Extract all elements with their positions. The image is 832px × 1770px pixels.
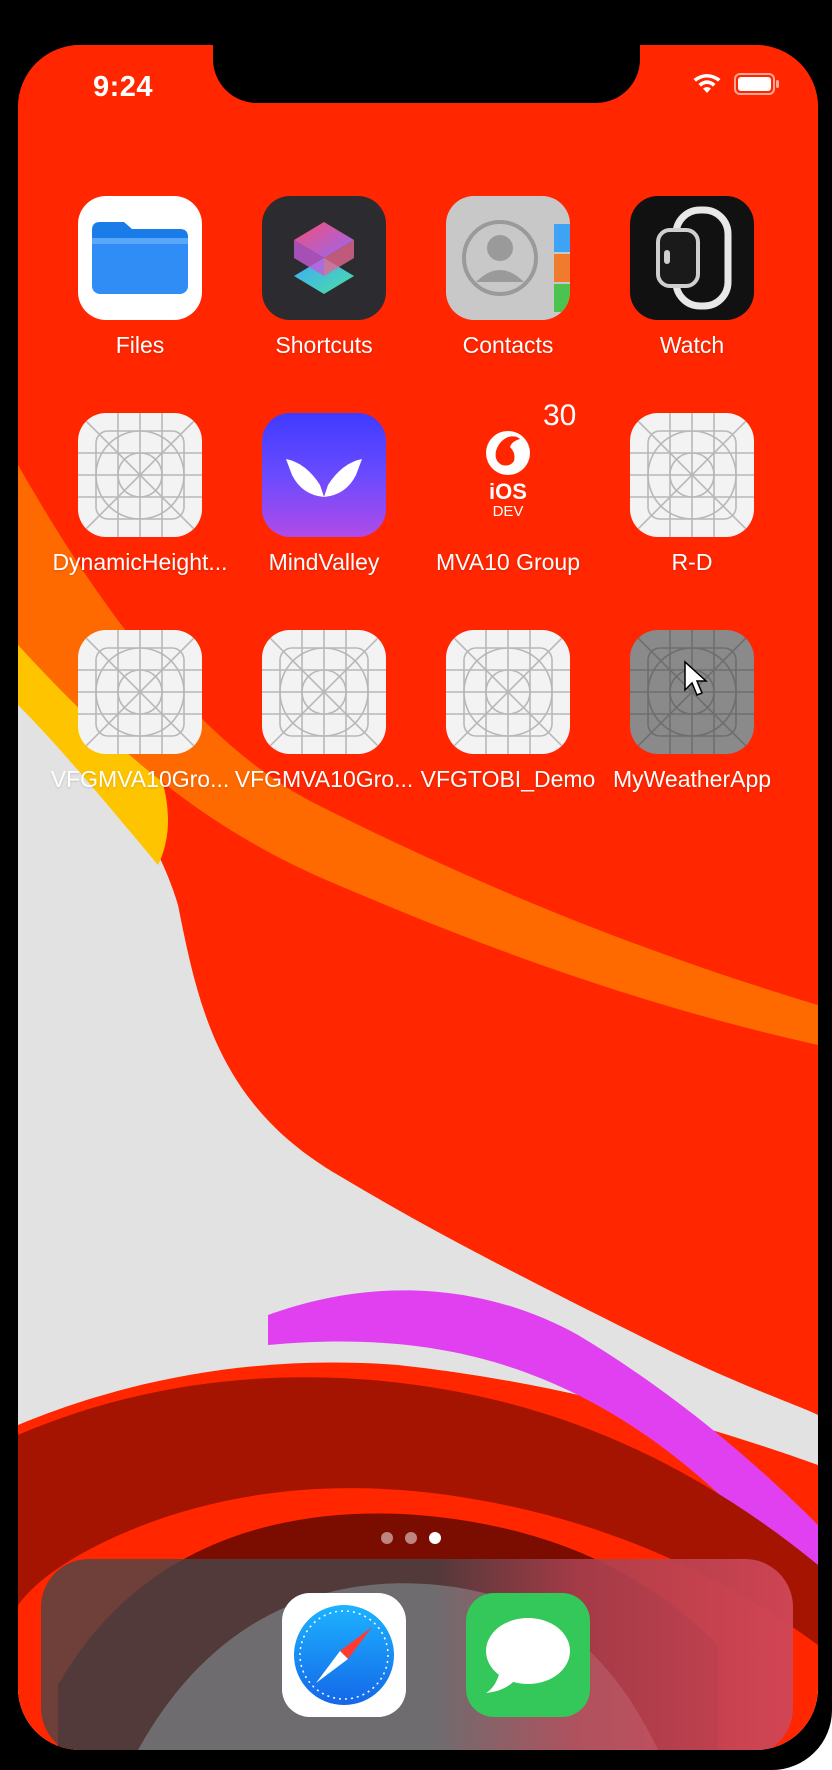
page-dot[interactable] (405, 1532, 417, 1544)
app-vfgtobi-demo[interactable]: VFGTOBI_Demo (416, 630, 600, 793)
app-label: Watch (659, 332, 725, 358)
placeholder-app-icon (630, 413, 754, 537)
status-time: 9:24 (93, 71, 154, 103)
app-watch[interactable]: Watch (600, 196, 784, 359)
notch (213, 45, 640, 103)
page-dot-current[interactable] (429, 1532, 441, 1544)
dock-app-messages[interactable] (466, 1593, 590, 1717)
app-label: Shortcuts (275, 332, 373, 358)
vodafone-ios-text: iOS (489, 479, 527, 504)
app-label: DynamicHeight... (52, 549, 228, 575)
app-badge-count: 30 (543, 399, 577, 432)
app-label: MindValley (268, 549, 380, 575)
app-contacts[interactable]: Contacts (416, 196, 600, 359)
shortcuts-icon (262, 196, 386, 320)
app-shortcuts[interactable]: Shortcuts (232, 196, 416, 359)
app-label: Contacts (462, 332, 554, 358)
placeholder-app-icon (262, 630, 386, 754)
app-dynamicheight[interactable]: DynamicHeight... (48, 413, 232, 576)
wifi-icon (693, 74, 721, 93)
app-label: Files (115, 332, 165, 358)
app-label: MVA10 Group (435, 549, 581, 575)
app-vfgmva10group-1[interactable]: VFGMVA10Gro... (48, 630, 232, 793)
app-label: R-D (671, 549, 713, 575)
dock (41, 1559, 793, 1750)
safari-compass-icon (294, 1605, 394, 1705)
status-icons (692, 73, 780, 95)
device-frame: 9:24 Files Shortcuts Contacts Watch Dyna… (0, 0, 832, 1770)
contacts-icon (446, 196, 570, 320)
vodafone-dev-text: DEV (492, 503, 524, 520)
app-myweatherapp[interactable]: MyWeatherApp (600, 630, 784, 793)
page-indicator[interactable] (381, 1532, 441, 1544)
placeholder-app-icon-pressed (630, 630, 754, 754)
watch-icon (630, 196, 754, 320)
files-folder-icon (78, 196, 202, 320)
app-mva10-group[interactable]: iOS DEV 30 MVA10 Group (416, 399, 600, 576)
home-screen: 9:24 Files Shortcuts Contacts Watch Dyna… (18, 45, 818, 1750)
app-mindvalley[interactable]: MindValley (232, 413, 416, 576)
placeholder-app-icon (78, 413, 202, 537)
app-label: MyWeatherApp (612, 766, 772, 792)
placeholder-app-icon (78, 630, 202, 754)
app-files[interactable]: Files (48, 196, 232, 359)
app-label: VFGTOBI_Demo (420, 766, 596, 792)
dock-app-safari[interactable] (282, 1593, 406, 1717)
app-r-d[interactable]: R-D (600, 413, 784, 576)
app-vfgmva10group-2[interactable]: VFGMVA10Gro... (232, 630, 416, 793)
app-label: VFGMVA10Gro... (234, 766, 414, 792)
mouse-cursor-icon (684, 660, 708, 696)
app-label: VFGMVA10Gro... (50, 766, 230, 792)
messages-bubble-icon (486, 1618, 570, 1693)
page-dot[interactable] (381, 1532, 393, 1544)
mindvalley-icon (262, 413, 386, 537)
battery-icon (734, 73, 779, 95)
placeholder-app-icon (446, 630, 570, 754)
